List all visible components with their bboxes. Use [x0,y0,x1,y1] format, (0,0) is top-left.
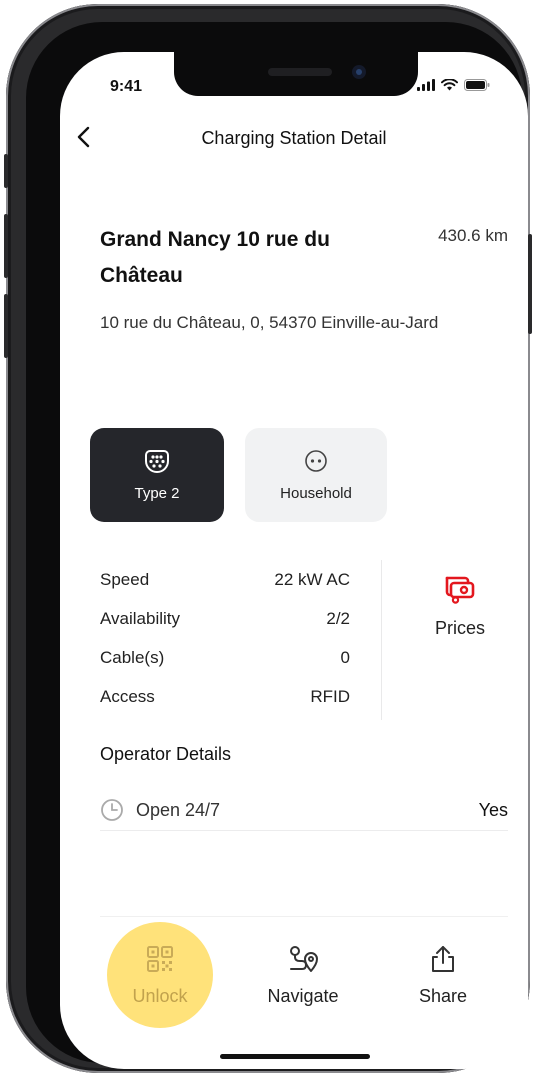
prices-button[interactable]: Prices [418,570,502,639]
phone-frame: 9:41 Charging Station Detail Grand Nancy… [4,4,532,1073]
spec-label: Access [100,687,155,706]
screen: 9:41 Charging Station Detail Grand Nancy… [60,52,528,1069]
spec-row-access: Access RFID [100,687,350,726]
share-label: Share [418,985,468,1006]
tabbar-divider [100,916,508,917]
spec-label: Speed [100,570,150,589]
household-plug-icon [305,449,327,472]
connector-label: Type 2 [134,484,180,502]
unlock-button[interactable]: Unlock [107,922,213,1028]
spec-list: Speed 22 kW AC Availability 2/2 Cable(s)… [100,570,350,726]
spec-row-speed: Speed 22 kW AC [100,570,350,609]
navigate-button[interactable]: Navigate [250,922,356,1028]
opening-hours: Open 24/7 [100,798,220,822]
share-icon [432,945,454,972]
connector-type2[interactable]: Type 2 [90,428,224,522]
prices-label: Prices [434,618,485,638]
speaker [268,68,332,76]
status-icons [417,79,490,91]
page-title: Charging Station Detail [201,128,387,148]
unlock-label: Unlock [132,985,188,1006]
qr-code-icon [147,945,173,972]
divider [381,560,382,720]
spec-value: 2/2 [326,609,350,628]
station-address: 10 rue du Château, 0, 54370 Einville-au-… [100,313,439,332]
signal-icon [417,79,435,91]
spec-value: 22 kW AC [274,570,350,589]
share-button[interactable]: Share [390,922,496,1028]
opening-hours-label: Open 24/7 [136,799,221,820]
station-distance: 430.6 km [438,226,508,245]
phone-bezel: 9:41 Charging Station Detail Grand Nancy… [26,22,528,1069]
spec-label: Cable(s) [100,648,165,667]
station-name: Grand Nancy 10 rue du Château [100,228,330,287]
notch [174,52,418,96]
price-tag-icon [445,576,475,604]
connector-label: Household [280,484,352,502]
type2-plug-icon [145,449,169,473]
home-indicator [220,1054,370,1059]
spec-row-cables: Cable(s) 0 [100,648,350,687]
opening-hours-row: Open 24/7 Yes [100,790,508,831]
navigate-label: Navigate [267,985,339,1006]
spec-value: RFID [310,687,350,706]
battery-icon [464,79,490,91]
connector-household[interactable]: Household [245,428,387,522]
route-pin-icon [290,945,318,972]
wifi-icon [441,79,458,91]
opening-hours-value: Yes [478,799,508,820]
status-time: 9:41 [110,78,143,95]
spec-row-availability: Availability 2/2 [100,609,350,648]
clock-icon [101,799,123,821]
spec-value: 0 [340,648,350,667]
operator-details-title: Operator Details [100,744,232,764]
front-camera [352,65,366,79]
spec-label: Availability [100,609,181,628]
